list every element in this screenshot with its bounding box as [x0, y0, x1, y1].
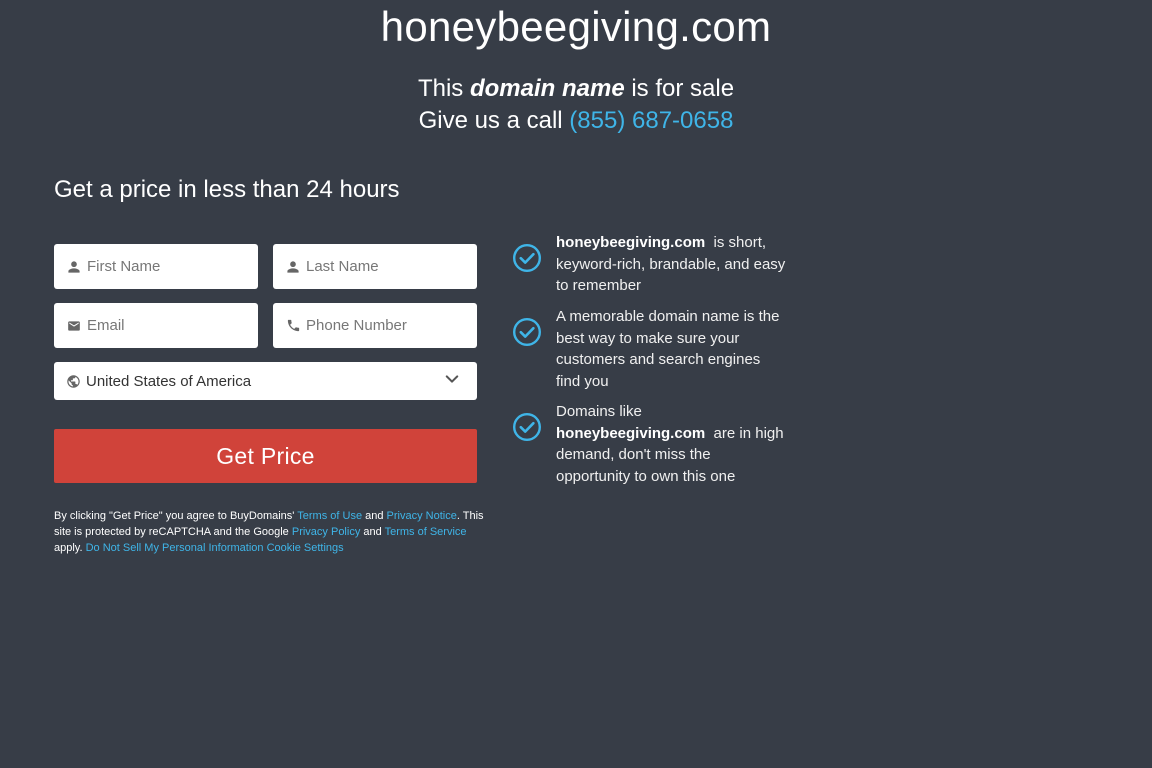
check-circle-icon: [512, 412, 542, 442]
check-circle-icon: [512, 243, 542, 273]
legal-apply: apply.: [54, 542, 83, 554]
call-line: Give us a call (855) 687-0658: [0, 105, 1152, 137]
phone-icon: [285, 318, 301, 334]
domain-title: honeybeegiving.com: [380, 3, 772, 50]
globe-icon: [66, 374, 81, 394]
first-name-field[interactable]: [54, 244, 258, 289]
last-name-field[interactable]: [273, 244, 477, 289]
benefit-prefix: Domains like: [556, 403, 642, 420]
check-circle-icon: [512, 317, 542, 347]
email-input[interactable]: [87, 317, 237, 334]
person-icon: [66, 259, 82, 275]
email-icon: [66, 318, 82, 334]
phone-link[interactable]: (855) 687-0658: [569, 107, 733, 134]
sale-prefix: This: [417, 75, 464, 102]
benefit-domain: honeybeegiving.com: [556, 234, 706, 251]
legal-text-1: By clicking "Get Price" you agree to Buy…: [54, 510, 295, 522]
privacy-notice-link[interactable]: Privacy Notice: [387, 510, 457, 522]
phone-field[interactable]: [273, 303, 477, 348]
benefit-text: Domains like honeybeegiving.com are in hi…: [556, 401, 786, 487]
benefit-text: A memorable domain name is the best way …: [556, 306, 786, 392]
last-name-input[interactable]: [306, 258, 456, 275]
country-value: United States of America: [86, 372, 252, 390]
sale-suffix: is for sale: [631, 75, 735, 102]
call-text: Give us a call: [418, 107, 563, 134]
terms-of-use-link[interactable]: Terms of Use: [297, 510, 362, 522]
benefit-desc: A memorable domain name is the best way …: [556, 308, 780, 390]
legal-and-2: and: [363, 526, 382, 538]
form-heading: Get a price in less than 24 hours: [54, 176, 400, 203]
benefit-text: honeybeegiving.com is short, keyword-ric…: [556, 232, 786, 297]
first-name-input[interactable]: [87, 258, 237, 275]
cookie-settings-link[interactable]: Cookie Settings: [267, 542, 344, 554]
benefit-domain: honeybeegiving.com: [556, 424, 706, 442]
chevron-down-icon: [443, 370, 477, 393]
legal-and-1: and: [365, 510, 384, 522]
email-field[interactable]: [54, 303, 258, 348]
do-not-sell-link[interactable]: Do Not Sell My Personal Information: [86, 542, 264, 554]
legal-text: By clicking "Get Price" you agree to Buy…: [54, 508, 484, 556]
sale-emphasis: domain name: [469, 75, 625, 102]
get-price-button[interactable]: Get Price: [54, 429, 477, 483]
country-select[interactable]: United States of America: [54, 362, 477, 400]
person-icon: [285, 259, 301, 275]
phone-input[interactable]: [306, 317, 456, 334]
terms-of-service-link[interactable]: Terms of Service: [385, 526, 467, 538]
sale-line: This domain name is for sale: [0, 73, 1152, 105]
privacy-policy-link[interactable]: Privacy Policy: [292, 526, 360, 538]
